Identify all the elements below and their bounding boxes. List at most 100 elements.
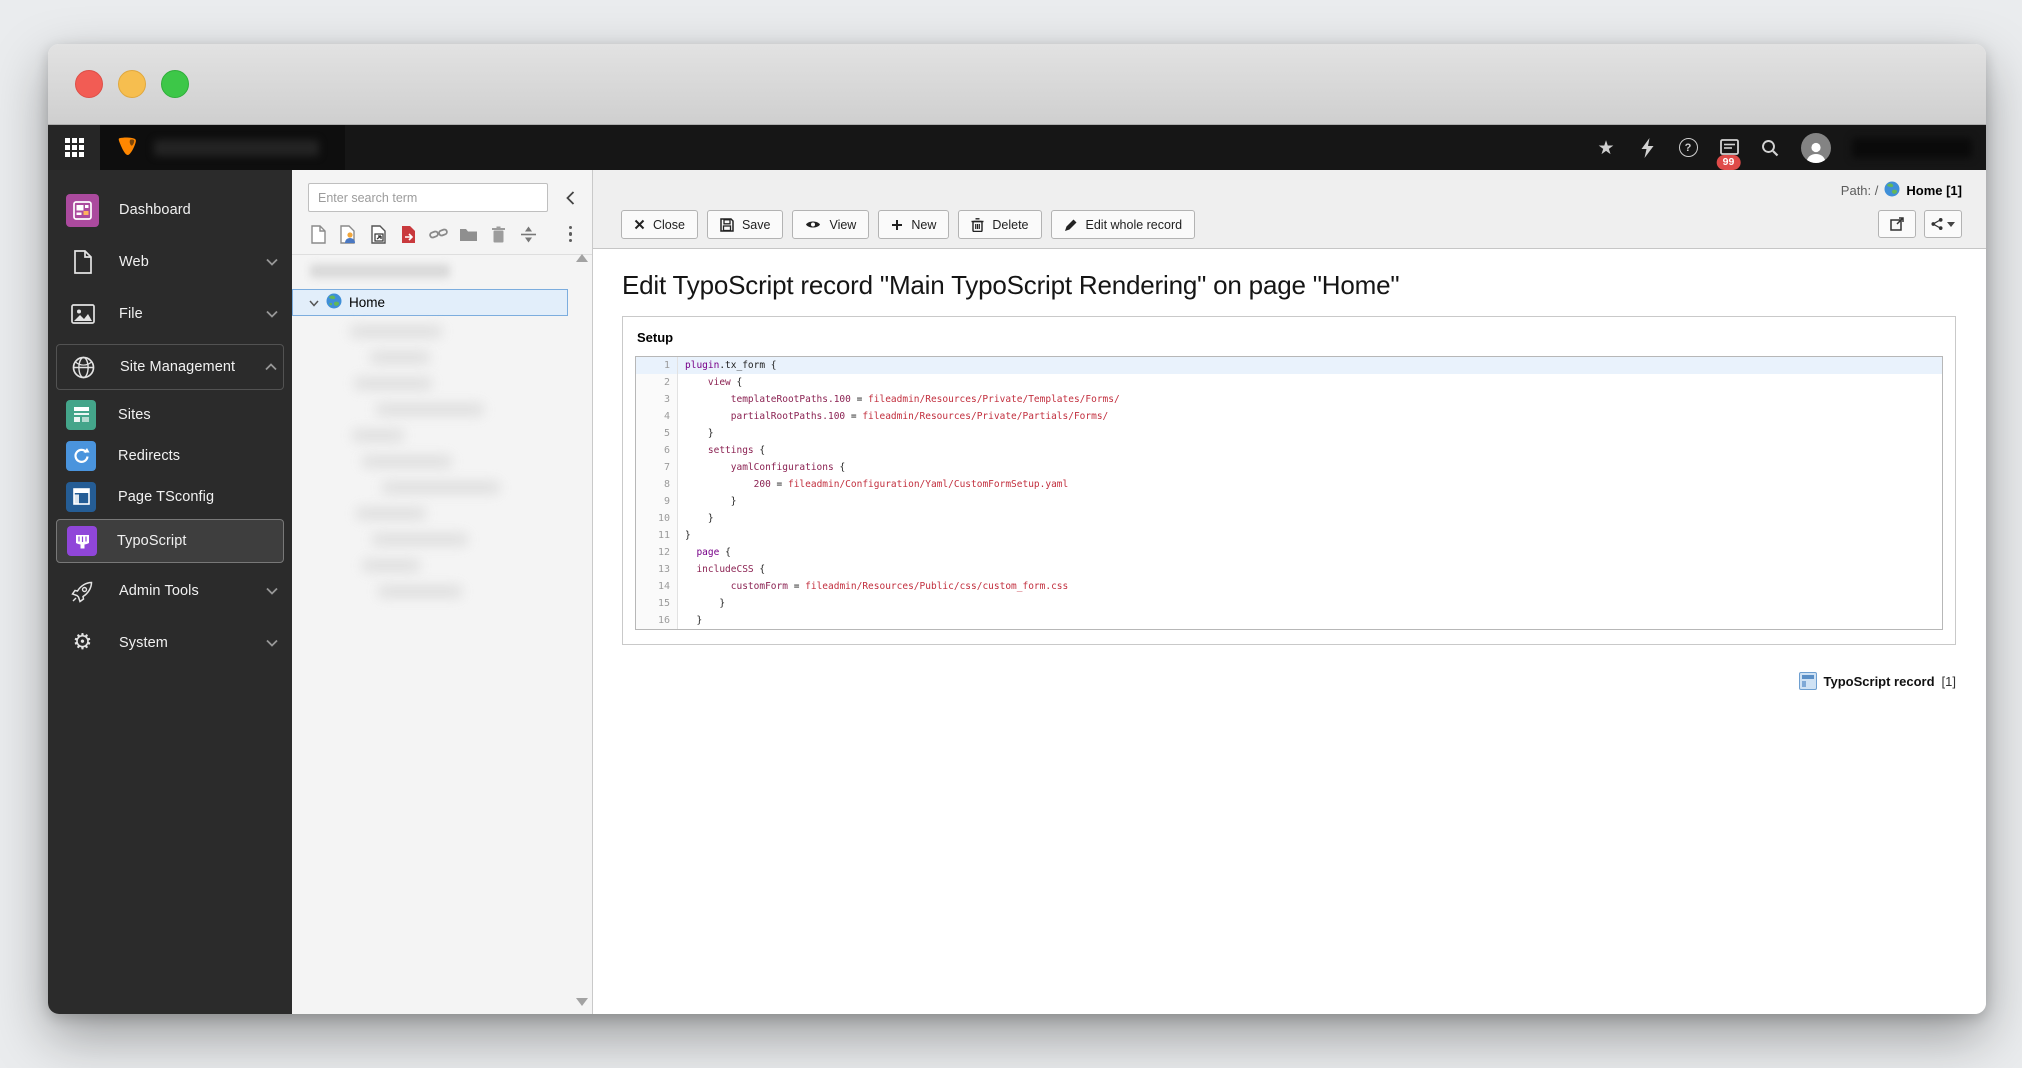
chevron-down-icon: [266, 305, 278, 323]
page-tree[interactable]: Home: [292, 255, 592, 1014]
open-documents-icon[interactable]: 99: [1716, 138, 1741, 170]
close-button[interactable]: Close: [621, 210, 698, 239]
new-shortcut-page-icon[interactable]: [368, 224, 389, 244]
delete-button[interactable]: Delete: [958, 210, 1042, 239]
spacer-page-icon[interactable]: [518, 224, 539, 244]
line-number: 2: [636, 374, 678, 391]
view-button[interactable]: View: [792, 210, 870, 239]
sidebar-item-file[interactable]: File: [48, 288, 292, 340]
code-text: yamlConfigurations {: [730, 462, 846, 473]
topbar-toolbar: ★ ? 99: [1596, 132, 1986, 170]
save-button[interactable]: Save: [706, 210, 784, 239]
chevron-up-icon: [265, 358, 277, 376]
sidebar-item-admin-tools[interactable]: Admin Tools: [48, 565, 292, 617]
code-line: 3 templateRootPaths.100 = fileadmin/Reso…: [636, 391, 1942, 408]
blurred-site-title: [154, 139, 319, 156]
line-number: 12: [636, 544, 678, 561]
globe-page-icon: [1884, 181, 1900, 200]
line-number: 9: [636, 493, 678, 510]
dashboard-icon: [66, 193, 99, 227]
tree-more-options-icon[interactable]: [568, 225, 583, 243]
typoscript-record-icon: [1798, 672, 1817, 690]
sidebar-item-label: Sites: [118, 406, 151, 423]
line-number: 7: [636, 459, 678, 476]
open-documents-count-badge: 99: [1716, 155, 1741, 170]
sidebar-item-redirects[interactable]: Redirects: [48, 435, 292, 476]
code-lines: 1 plugin.tx_form {2 view {3 templateRootP…: [636, 357, 1942, 629]
code-editor[interactable]: 1 plugin.tx_form {2 view {3 templateRootP…: [635, 356, 1943, 630]
help-icon[interactable]: ?: [1678, 138, 1698, 158]
code-line: 7 yamlConfigurations {: [636, 459, 1942, 476]
blurred-tree-item: [352, 429, 404, 442]
blurred-tree-item: [356, 507, 426, 520]
collapse-tree-icon[interactable]: [558, 186, 582, 210]
new-external-url-page-icon[interactable]: [398, 224, 419, 244]
sidebar-item-typoscript[interactable]: TypoScript: [57, 520, 283, 562]
code-text: page {: [696, 547, 731, 558]
code-text: }: [685, 513, 714, 524]
sidebar-item-dashboard[interactable]: Dashboard: [48, 184, 292, 236]
traffic-light-minimize-button[interactable]: [118, 70, 146, 98]
sidebar-item-label: Dashboard: [119, 202, 191, 218]
tree-scroll-up-arrow[interactable]: [576, 254, 588, 262]
sidebar-item-sites[interactable]: Sites: [48, 394, 292, 435]
sidebar-item-system[interactable]: ⚙ System: [48, 617, 292, 669]
blurred-username: [1852, 137, 1972, 158]
line-number: 4: [636, 408, 678, 425]
tree-expand-chevron-icon[interactable]: [309, 295, 319, 310]
module-menu: Dashboard Web File Site Management Sites…: [48, 170, 292, 1014]
blurred-tree-item: [370, 351, 430, 364]
code-text: settings {: [707, 445, 766, 456]
code-line: 6 settings {: [636, 442, 1942, 459]
code-line: 8 200 = fileadmin/Configuration/Yaml/Cus…: [636, 476, 1942, 493]
tree-node-label: Home: [349, 295, 386, 310]
sidebar-item-label: TypoScript: [117, 533, 187, 549]
traffic-light-zoom-button[interactable]: [161, 70, 189, 98]
chevron-down-icon: [266, 582, 278, 600]
app-grid-button[interactable]: [48, 125, 100, 170]
traffic-light-close-button[interactable]: [75, 70, 103, 98]
docheader-buttons: Close Save View New Delete Edit whole re…: [621, 210, 1878, 239]
blurred-tree-item: [354, 377, 432, 390]
share-button[interactable]: [1924, 210, 1962, 238]
user-avatar[interactable]: [1801, 132, 1831, 163]
new-button[interactable]: New: [878, 210, 950, 239]
recycler-trash-icon[interactable]: [488, 224, 509, 244]
path-prefix: Path: /: [1840, 183, 1879, 198]
code-line: 11}: [636, 527, 1942, 544]
bookmark-star-icon[interactable]: ★: [1596, 138, 1616, 158]
line-number: 16: [636, 612, 678, 629]
sidebar-item-page-tsconfig[interactable]: Page TSconfig: [48, 476, 292, 517]
edit-whole-record-button[interactable]: Edit whole record: [1050, 210, 1196, 239]
blurred-tree-item: [350, 325, 442, 338]
window-titlebar[interactable]: [48, 44, 1986, 125]
blurred-tree-root-label: [310, 264, 450, 278]
web-module-icon: [66, 246, 99, 279]
breadcrumb: Path: / Home [1]: [593, 170, 1986, 207]
clear-cache-bolt-icon[interactable]: [1637, 137, 1657, 158]
tree-scroll-down-arrow[interactable]: [576, 998, 588, 1006]
sidebar-item-web[interactable]: Web: [48, 236, 292, 288]
record-count: [1]: [1941, 673, 1956, 689]
new-backend-section-page-icon[interactable]: [338, 224, 359, 244]
code-text: }: [685, 428, 714, 439]
search-icon[interactable]: [1760, 138, 1780, 158]
rocket-icon: [66, 575, 99, 608]
chevron-down-icon: [1947, 221, 1955, 227]
code-text: partialRootPaths.100 = fileadmin/Resourc…: [730, 411, 1109, 422]
mount-point-link-icon[interactable]: [428, 224, 449, 244]
file-module-icon: [66, 298, 99, 331]
docheader-right-buttons: [1878, 210, 1962, 238]
globe-page-icon: [326, 293, 342, 312]
line-number: 3: [636, 391, 678, 408]
sidebar-item-site-management[interactable]: Site Management: [57, 345, 283, 389]
tree-search-input[interactable]: [308, 183, 548, 212]
new-folder-icon[interactable]: [458, 224, 479, 244]
tree-node-home[interactable]: Home: [292, 289, 568, 316]
app-grid-icon: [64, 138, 84, 157]
typoscript-icon: [67, 526, 97, 556]
new-page-icon[interactable]: [308, 224, 329, 244]
line-number: 11: [636, 527, 678, 544]
open-in-new-window-button[interactable]: [1878, 210, 1916, 238]
redirects-icon: [66, 440, 96, 471]
